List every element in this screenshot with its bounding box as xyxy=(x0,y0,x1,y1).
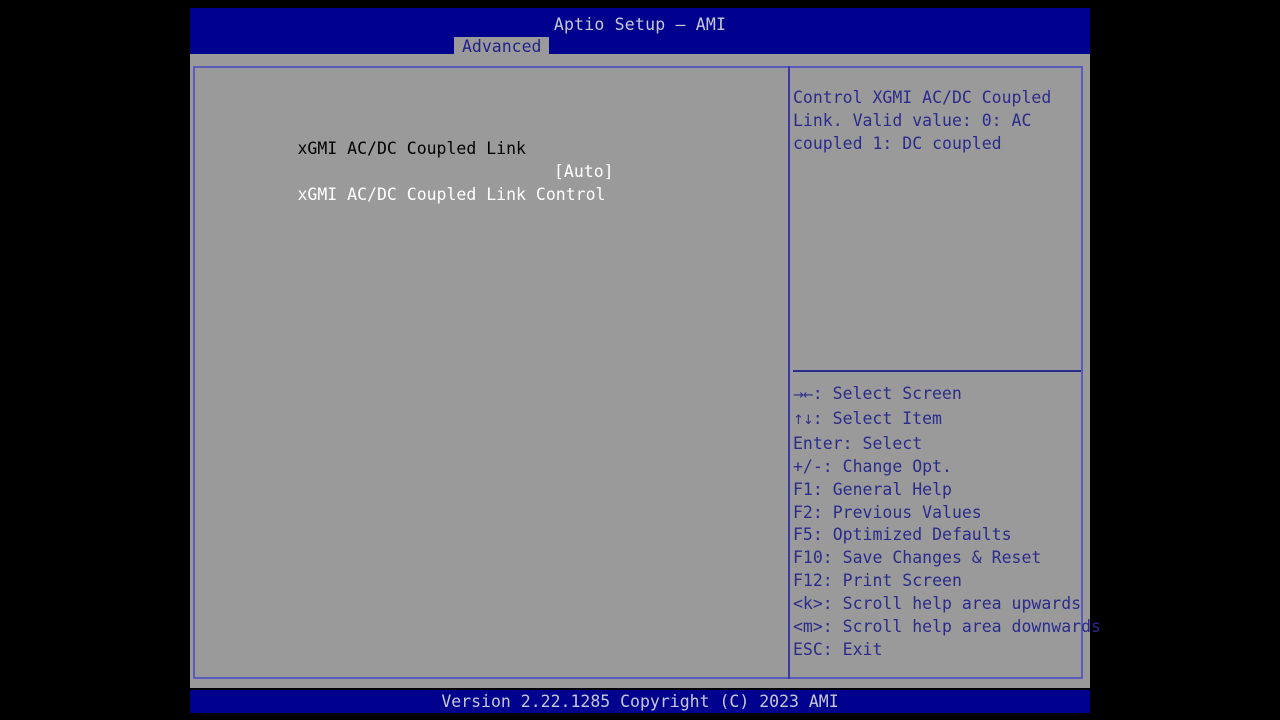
key-legend-item: <k>: Scroll help area upwards xyxy=(793,593,1085,616)
key-legend-item: F5: Optimized Defaults xyxy=(793,524,1085,547)
key-legend-item: <m>: Scroll help area downwards xyxy=(793,616,1101,639)
key-legend-label: F5: Optimized Defaults xyxy=(793,525,1012,545)
key-legend-label: F1: General Help xyxy=(793,479,952,499)
key-legend-item: F2: Previous Values xyxy=(793,502,1085,525)
setting-value[interactable]: [Auto] xyxy=(554,160,614,183)
section-heading: xGMI AC/DC Coupled Link xyxy=(297,139,526,158)
footer-bar: Version 2.22.1285 Copyright (C) 2023 AMI xyxy=(190,690,1090,713)
key-legend-item: F10: Save Changes & Reset xyxy=(793,547,1085,570)
arrow-keys-icon: →← xyxy=(793,388,814,403)
menu-tab-strip: Advanced xyxy=(190,37,1090,56)
bios-setup-window: Aptio Setup – AMI Advanced xGMI AC/DC Co… xyxy=(190,8,1101,713)
help-panel: Control XGMI AC/DC Coupled Link. Valid v… xyxy=(793,68,1101,677)
panel-divider xyxy=(788,66,790,679)
key-legend-item: ↑↓: Select Item xyxy=(793,408,1085,433)
title-bar: Aptio Setup – AMI Advanced xyxy=(190,8,1090,56)
key-legend-label: ESC: Exit xyxy=(793,639,883,659)
key-legend-label: <k>: Scroll help area upwards xyxy=(793,594,1082,614)
key-legend-item: →←: Select Screen xyxy=(793,383,1085,408)
setting-label: xGMI AC/DC Coupled Link Control xyxy=(297,185,606,204)
help-separator xyxy=(793,370,1081,372)
key-legend-label: <m>: Scroll help area downwards xyxy=(793,617,1101,637)
key-legend-label: F10: Save Changes & Reset xyxy=(793,548,1042,568)
key-legend-label: Enter: Select xyxy=(793,433,923,453)
help-description: Control XGMI AC/DC Coupled Link. Valid v… xyxy=(793,88,1062,153)
key-legend-label: F2: Previous Values xyxy=(793,502,982,522)
key-legend-item: F1: General Help xyxy=(793,479,1085,502)
key-legend-item: +/-: Change Opt. xyxy=(793,456,1085,479)
content-area: xGMI AC/DC Coupled Link xGMI AC/DC Coupl… xyxy=(190,54,1101,688)
settings-list: xGMI AC/DC Coupled Link xGMI AC/DC Coupl… xyxy=(218,114,778,204)
arrow-keys-icon: ↑↓ xyxy=(793,412,814,428)
key-legend-item: F12: Print Screen xyxy=(793,570,1085,593)
key-legend-label: +/-: Change Opt. xyxy=(793,456,952,476)
page-title: Aptio Setup – AMI xyxy=(553,15,727,34)
key-legend-list: →←: Select Screen ↑↓: Select Item Enter: S… xyxy=(793,383,1101,662)
setting-row-xgmi-coupled-link-control[interactable]: xGMI AC/DC Coupled Link Control [Auto] xyxy=(218,160,778,204)
key-legend-item: Enter: Select xyxy=(793,433,1085,456)
key-legend-label: : Select Item xyxy=(812,408,942,428)
list-item: xGMI AC/DC Coupled Link xyxy=(218,114,778,158)
key-legend-label: : Select Screen xyxy=(812,384,962,403)
version-text: Version 2.22.1285 Copyright (C) 2023 AMI xyxy=(441,692,839,711)
key-legend-item: ESC: Exit xyxy=(793,639,1085,662)
key-legend-label: F12: Print Screen xyxy=(793,571,962,591)
